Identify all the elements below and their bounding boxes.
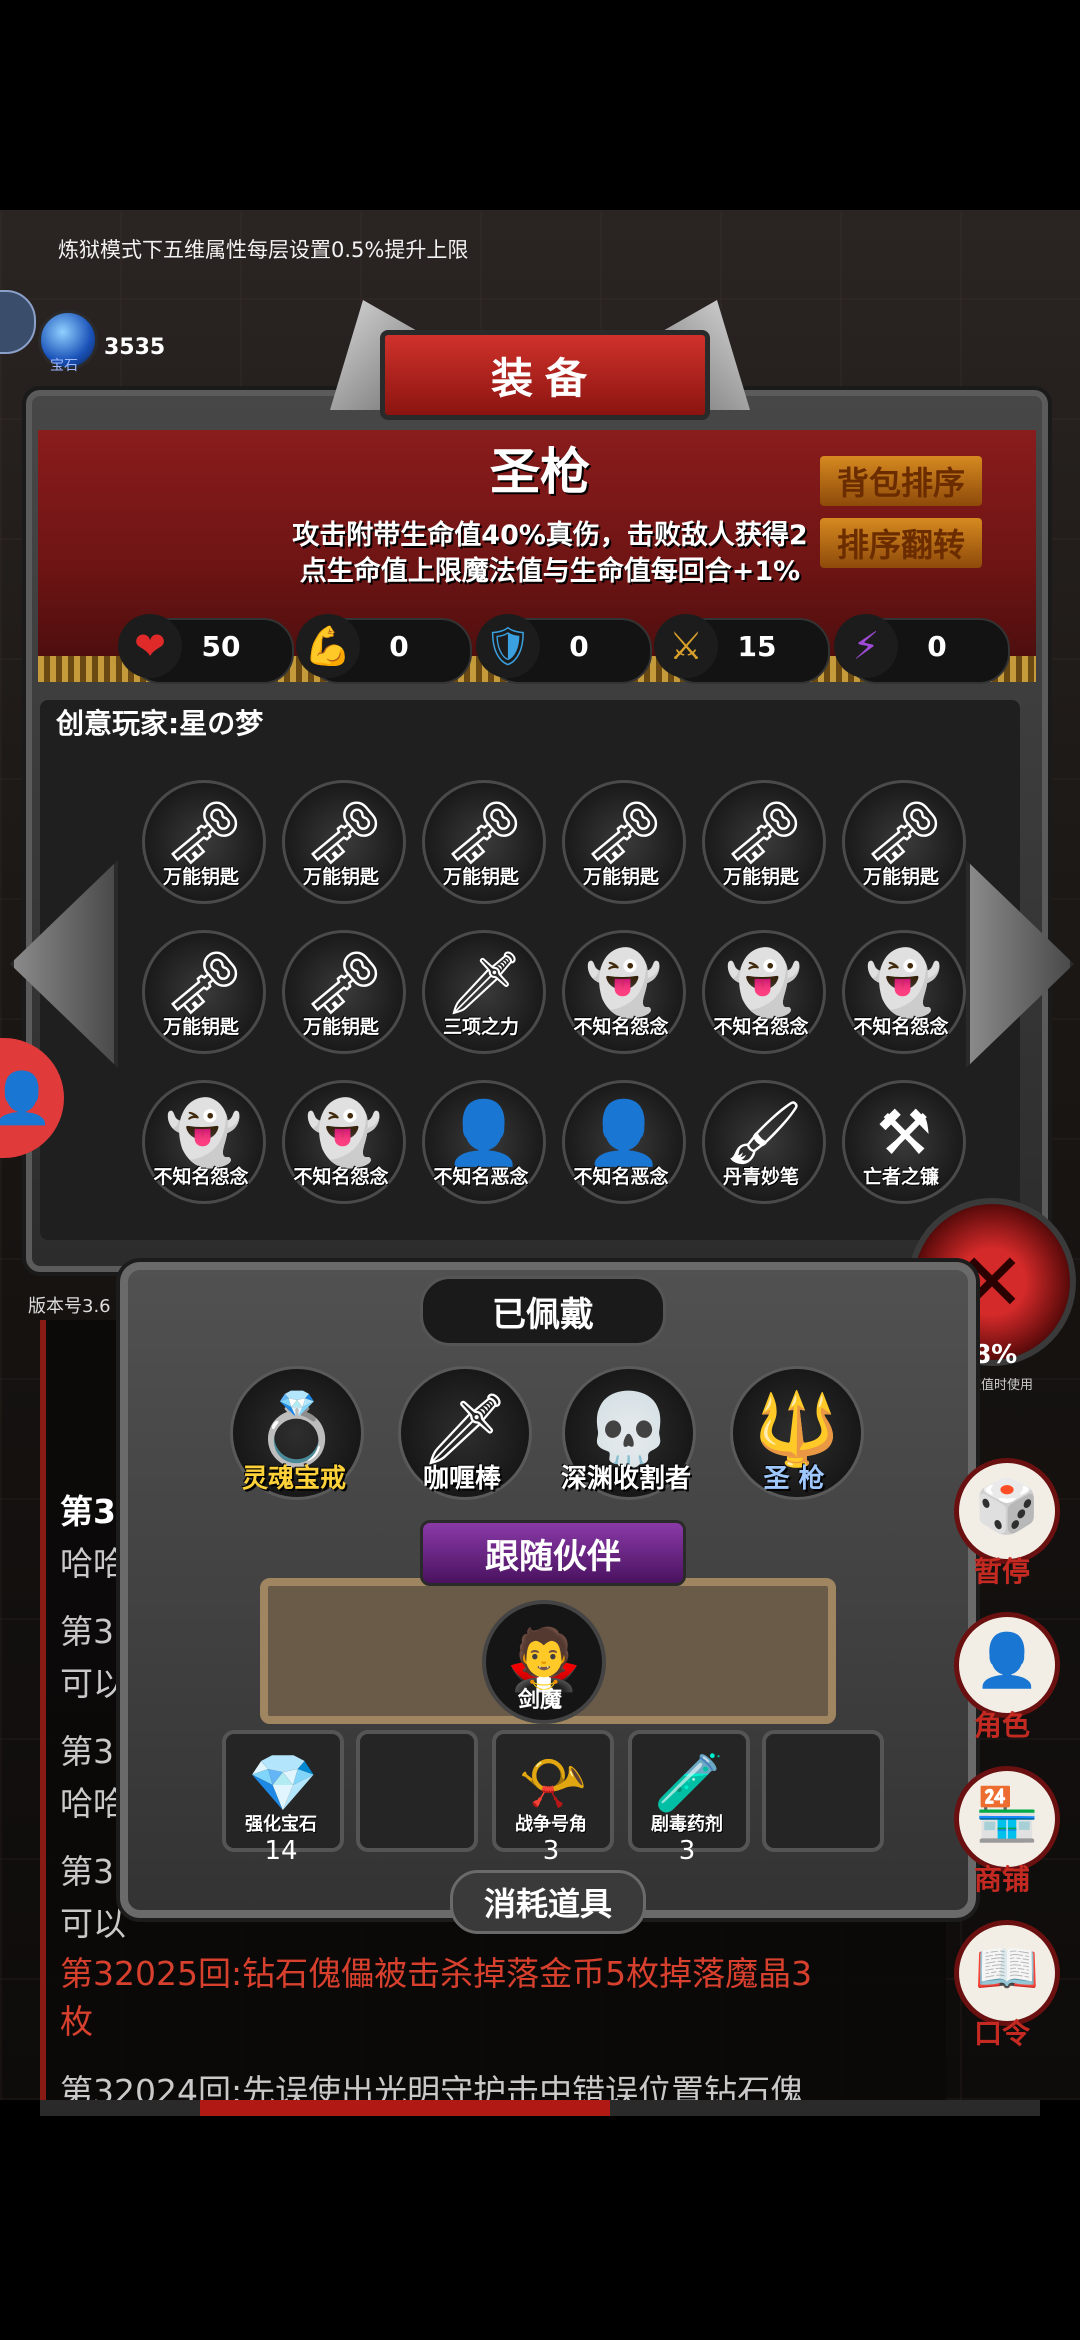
inventory-item-label: 三项之力 — [442, 1016, 519, 1038]
stat-value: 0 — [927, 630, 947, 663]
inventory-item-label: 万能钥匙 — [722, 866, 799, 888]
equipped-item-name: 圣 枪 — [763, 1464, 825, 1494]
inventory-item-label: 不知名怨念 — [153, 1166, 249, 1188]
player-name: 创意玩家:星の梦 — [56, 707, 264, 740]
equipped-item-name: 深渊收割者 — [560, 1464, 691, 1494]
magic-icon: ⚡ — [834, 614, 898, 678]
consumable-slot[interactable] — [762, 1730, 884, 1852]
user-icon: 👤 — [0, 1068, 54, 1127]
menu-label: 口令 — [973, 2017, 1030, 2050]
sort-bag-button[interactable]: 背包排序 — [820, 456, 982, 506]
stat-value: 0 — [389, 630, 409, 663]
inventory-item-label: 不知名怨念 — [853, 1016, 949, 1038]
inventory-item-label: 万能钥匙 — [862, 866, 939, 888]
consumable-count: 3 — [678, 1836, 696, 1866]
desc-line-2: 点生命值上限魔法值与生命值每回合+1% — [299, 556, 801, 587]
stat-value: 15 — [737, 630, 777, 663]
inventory-item-label: 亡者之镰 — [862, 1166, 939, 1188]
log-line: 枚 — [60, 2002, 93, 2041]
reverse-sort-button[interactable]: 排序翻转 — [820, 518, 982, 568]
panel-title: 装备 — [380, 330, 710, 420]
menu-button[interactable]: 🎲 — [954, 1458, 1060, 1564]
consumables-title: 消耗道具 — [450, 1870, 646, 1934]
selected-item-description: 攻击附带生命值40%真伤，击败敌人获得2 点生命值上限魔法值与生命值每回合+1% — [250, 518, 850, 590]
inventory-item-label: 万能钥匙 — [162, 1016, 239, 1038]
mode-notice: 炼狱模式下五维属性每层设置0.5%提升上限 — [58, 238, 469, 262]
consumable-count: 14 — [264, 1836, 298, 1866]
inventory-item-label: 万能钥匙 — [302, 1016, 379, 1038]
menu-label: 商铺 — [973, 1863, 1030, 1896]
menu-button[interactable]: 📖 — [954, 1920, 1060, 2026]
equipped-item-name: 灵魂宝戒 — [241, 1464, 346, 1494]
stat-value: 0 — [569, 630, 589, 663]
consumable-count: 3 — [542, 1836, 560, 1866]
inventory-item-label: 万能钥匙 — [302, 866, 379, 888]
progress-fill — [200, 2100, 610, 2116]
attack-icon: ⚔ — [654, 614, 718, 678]
inventory-item-label: 万能钥匙 — [582, 866, 659, 888]
menu-label: 暂停 — [973, 1555, 1030, 1588]
version-label: 版本号3.6 — [28, 1296, 111, 1317]
equipped-title: 已佩戴 — [420, 1276, 666, 1346]
consumable-name: 战争号角 — [515, 1814, 587, 1835]
consumable-name: 剧毒药剂 — [651, 1814, 723, 1835]
log-line: 第32025回:钻石傀儡被击杀掉落金币5枚掉落魔晶3 — [60, 1954, 813, 1993]
inventory-item-label: 不知名恶念 — [573, 1166, 669, 1188]
companion-name: 剑魔 — [517, 1688, 562, 1713]
menu-button[interactable]: 🏪 — [954, 1766, 1060, 1872]
inventory-item-label: 不知名恶念 — [433, 1166, 529, 1188]
menu-button[interactable]: 👤 — [954, 1612, 1060, 1718]
gem-count: 3535 — [104, 335, 166, 360]
defense-icon: 🛡 — [476, 614, 540, 678]
strength-icon: 💪 — [296, 614, 360, 678]
inventory-item-label: 不知名怨念 — [573, 1016, 669, 1038]
desc-line-1: 攻击附带生命值40%真伤，击败敌人获得2 — [292, 520, 808, 551]
inventory-item-label: 万能钥匙 — [442, 866, 519, 888]
equipped-item-name: 咖喱棒 — [422, 1464, 501, 1494]
companion-title: 跟随伙伴 — [420, 1520, 686, 1586]
inventory-item-label: 不知名怨念 — [713, 1016, 809, 1038]
inventory-item-label: 不知名怨念 — [293, 1166, 389, 1188]
stat-value: 50 — [201, 630, 241, 663]
consumable-name: 强化宝石 — [245, 1814, 317, 1835]
consumable-slot[interactable] — [356, 1730, 478, 1852]
menu-label: 角色 — [973, 1709, 1030, 1742]
inventory-item-label: 万能钥匙 — [162, 866, 239, 888]
inventory-item-label: 丹青妙笔 — [722, 1166, 799, 1188]
heart-icon: ❤ — [118, 614, 182, 678]
gem-label: 宝石 — [50, 358, 78, 374]
